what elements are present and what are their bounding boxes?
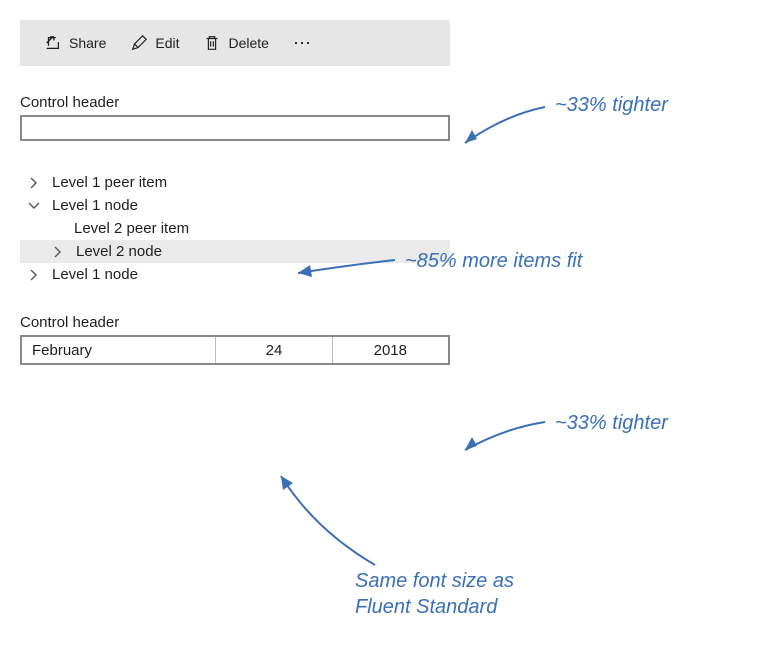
share-icon — [44, 34, 62, 52]
chevron-right-icon — [26, 269, 42, 281]
edit-icon — [130, 34, 148, 52]
tree-item-label: Level 1 node — [52, 197, 138, 214]
share-label: Share — [69, 35, 106, 51]
annotation-arrow-icon — [290, 255, 400, 285]
edit-button[interactable]: Edit — [120, 30, 189, 56]
delete-icon — [203, 34, 221, 52]
overflow-label: ⋯ — [293, 33, 313, 53]
tree-item[interactable]: Level 2 peer item — [20, 217, 450, 240]
annotation-text: ~85% more items fit — [405, 248, 582, 274]
date-picker[interactable]: February 24 2018 — [20, 335, 450, 365]
delete-button[interactable]: Delete — [193, 30, 278, 56]
edit-label: Edit — [155, 35, 179, 51]
tree-item[interactable]: Level 1 peer item — [20, 171, 450, 194]
tree-item-label: Level 1 node — [52, 266, 138, 283]
chevron-right-icon — [50, 246, 66, 258]
overflow-button[interactable]: ⋯ — [283, 29, 323, 58]
annotation-text: ~33% tighter — [555, 410, 668, 436]
chevron-right-icon — [26, 177, 42, 189]
textbox-header: Control header — [20, 94, 450, 111]
annotation-arrow-icon — [455, 420, 555, 460]
annotation-text: Same font size as Fluent Standard — [355, 568, 575, 620]
tree-item-label: Level 2 peer item — [74, 220, 189, 237]
date-year-segment[interactable]: 2018 — [333, 337, 448, 363]
datepicker-header: Control header — [20, 314, 450, 331]
tree-item[interactable]: Level 1 node — [20, 194, 450, 217]
tree-item-label: Level 2 node — [76, 243, 162, 260]
chevron-down-icon — [26, 200, 42, 212]
share-button[interactable]: Share — [34, 30, 116, 56]
annotation-arrow-icon — [275, 470, 415, 570]
tree-item-label: Level 1 peer item — [52, 174, 167, 191]
date-day-segment[interactable]: 24 — [216, 337, 332, 363]
annotation-arrow-icon — [455, 105, 555, 155]
delete-label: Delete — [228, 35, 268, 51]
datepicker-control: Control header February 24 2018 — [20, 314, 450, 365]
textbox-control: Control header — [20, 94, 450, 141]
textbox-input[interactable] — [20, 115, 450, 141]
annotation-text: ~33% tighter — [555, 92, 668, 118]
command-bar: Share Edit Delete ⋯ — [20, 20, 450, 66]
date-month-segment[interactable]: February — [22, 337, 216, 363]
